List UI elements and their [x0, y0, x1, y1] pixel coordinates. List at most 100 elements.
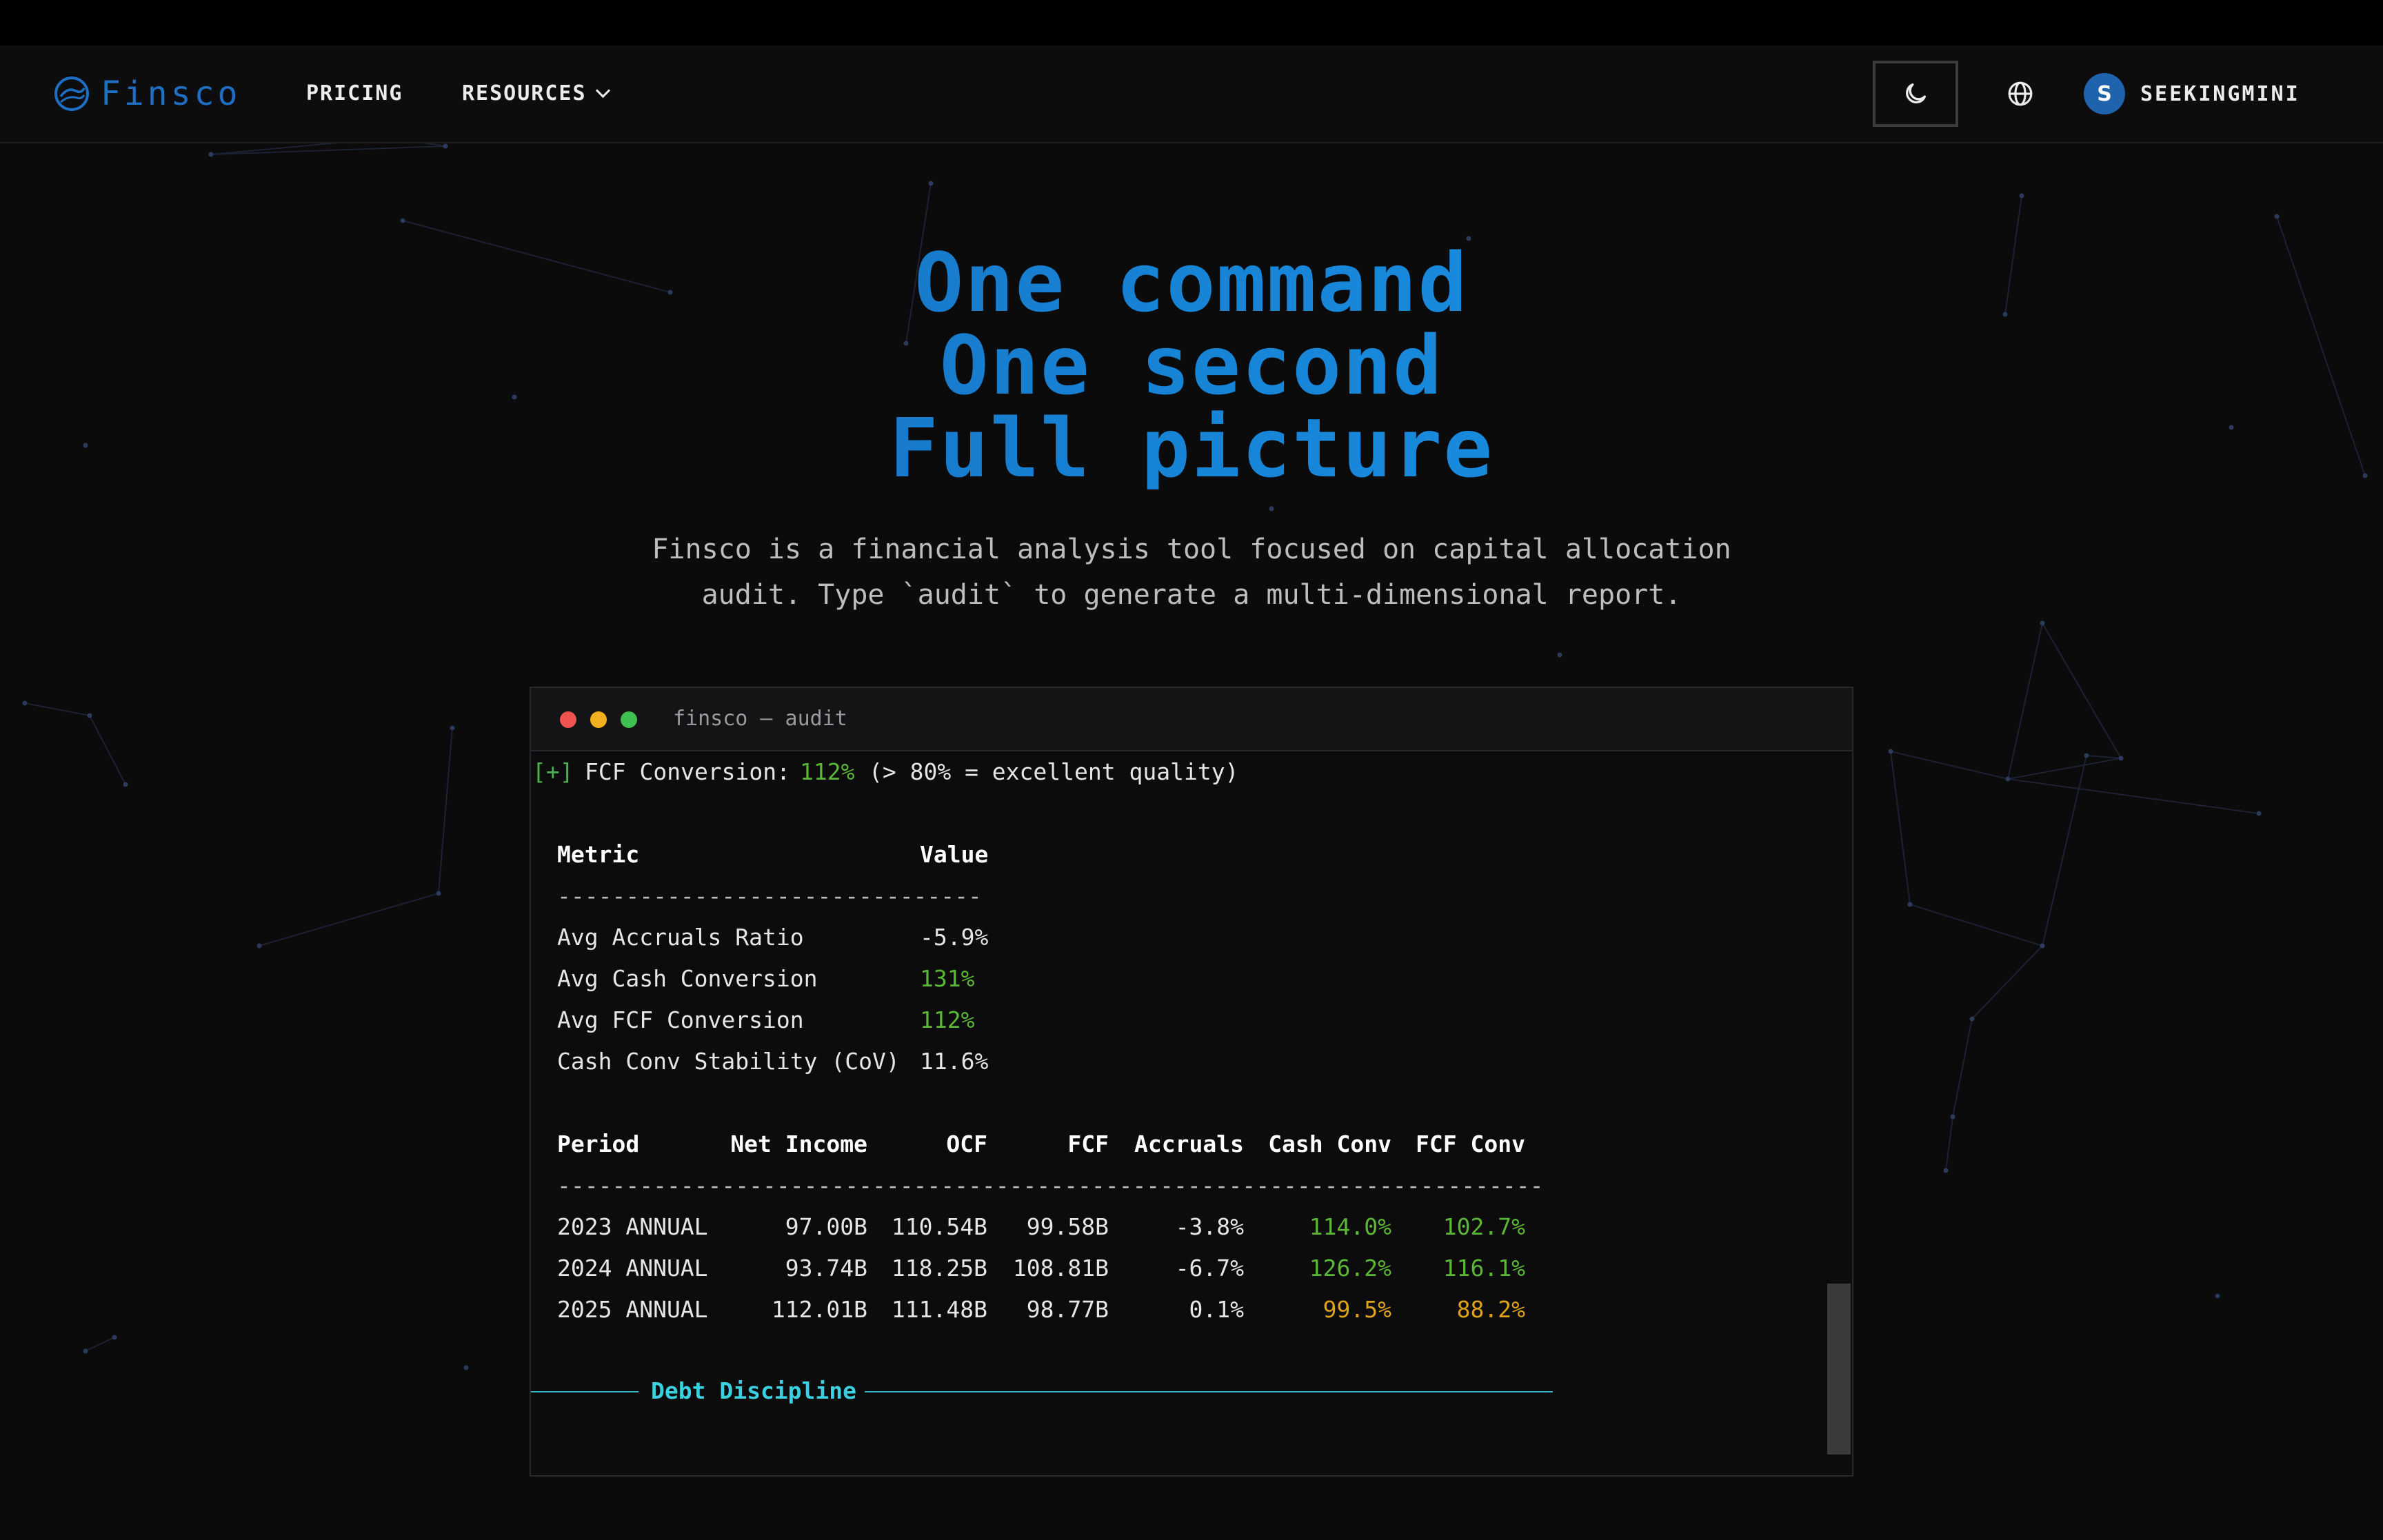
network-edge — [85, 1337, 115, 1352]
terminal-title-bar: finsco — audit — [531, 688, 1852, 751]
accruals-cell: -6.7% — [1175, 1255, 1244, 1281]
period-cell: 2024 ANNUAL — [557, 1255, 708, 1281]
periods-separator: ----------------------------------------… — [557, 1172, 1544, 1199]
period-cell: 2025 ANNUAL — [557, 1296, 708, 1323]
net-income-cell: 112.01B — [771, 1296, 867, 1323]
network-node — [2274, 214, 2280, 219]
metric-name: Cash Conv Stability (CoV) — [557, 1048, 900, 1075]
fcf-cell: 99.58B — [1026, 1213, 1109, 1240]
section-rule-right — [865, 1391, 1553, 1392]
metrics-header-value: Value — [920, 841, 989, 868]
network-node — [1950, 1114, 1955, 1119]
network-node — [2256, 811, 2262, 816]
network-edge — [438, 727, 453, 894]
network-edge — [1952, 1018, 1973, 1117]
network-node — [436, 891, 441, 896]
net-income-cell: 93.74B — [785, 1255, 867, 1281]
metric-name: Avg Accruals Ratio — [557, 924, 804, 951]
network-edge — [2007, 778, 2260, 814]
network-node — [1907, 902, 1913, 907]
theme-toggle-button[interactable] — [1873, 61, 1958, 127]
network-node — [2215, 1293, 2220, 1299]
accruals-cell: 0.1% — [1189, 1296, 1244, 1323]
hero-line-3: Full picture — [0, 407, 2383, 489]
fcf-cell: 108.81B — [1012, 1255, 1109, 1281]
metric-name: Avg FCF Conversion — [557, 1006, 804, 1033]
period-header-accruals: Accruals — [1134, 1131, 1244, 1157]
network-edge — [1890, 751, 1911, 905]
network-node — [928, 181, 934, 186]
network-edge — [1890, 751, 2009, 780]
hero-line-2: One second — [0, 324, 2383, 407]
cash-conv-cell: 114.0% — [1309, 1213, 1391, 1240]
network-edge — [210, 145, 446, 155]
period-header-ocf: OCF — [946, 1131, 987, 1157]
network-node — [443, 143, 448, 149]
logo[interactable]: Finsco — [52, 73, 241, 114]
network-edge — [24, 702, 90, 716]
nav-pricing-link[interactable]: PRICING — [306, 45, 403, 142]
fcf-label: FCF Conversion: — [585, 758, 791, 785]
network-node — [400, 218, 405, 223]
moon-icon — [1906, 83, 1926, 103]
ocf-cell: 118.25B — [891, 1255, 987, 1281]
network-node — [87, 713, 92, 718]
network-node — [2019, 193, 2024, 199]
network-node — [2118, 756, 2124, 761]
avatar: S — [2084, 73, 2125, 114]
section-heading: Debt Discipline — [651, 1377, 857, 1404]
status-marker: [+] — [532, 758, 574, 785]
metric-value: -5.9% — [920, 924, 989, 951]
metric-value: 112% — [920, 1006, 975, 1033]
maximize-dot-icon[interactable] — [621, 711, 637, 728]
nav-resources-dropdown[interactable]: RESOURCES — [462, 45, 610, 142]
network-node — [1557, 652, 1562, 658]
user-menu[interactable]: S SEEKINGMINI — [2084, 70, 2300, 117]
network-node — [208, 152, 214, 157]
hero-subtitle: Finsco is a financial analysis tool focu… — [502, 527, 1881, 618]
logo-icon — [54, 77, 89, 111]
section-rule-left — [531, 1391, 639, 1392]
network-node — [112, 1335, 117, 1340]
network-node — [1888, 749, 1893, 754]
period-header-period: Period — [557, 1131, 640, 1157]
network-node — [2040, 620, 2045, 626]
fcf-conv-cell: 88.2% — [1456, 1296, 1525, 1323]
hero-heading: One command One second Full picture — [0, 241, 2383, 489]
period-header-fcf: FCF — [1067, 1131, 1109, 1157]
globe-icon — [2008, 81, 2033, 106]
period-header-fcf-conv: FCF Conv — [1416, 1131, 1525, 1157]
fcf-conv-cell: 102.7% — [1442, 1213, 1525, 1240]
network-edge — [2007, 622, 2043, 780]
metric-value: 131% — [920, 965, 975, 992]
cash-conv-cell: 99.5% — [1323, 1296, 1391, 1323]
metrics-header-metric: Metric — [557, 841, 640, 868]
network-edge — [1909, 904, 2043, 946]
close-dot-icon[interactable] — [560, 711, 576, 728]
network-edge — [1971, 945, 2043, 1020]
network-node — [450, 725, 455, 731]
period-cell: 2023 ANNUAL — [557, 1213, 708, 1240]
accruals-cell: -3.8% — [1175, 1213, 1244, 1240]
language-button[interactable] — [1986, 61, 2055, 127]
terminal-title: finsco — audit — [673, 707, 847, 731]
ocf-cell: 111.48B — [891, 1296, 987, 1323]
cash-conv-cell: 126.2% — [1309, 1255, 1391, 1281]
username: SEEKINGMINI — [2140, 81, 2300, 106]
metric-value: 11.6% — [920, 1048, 989, 1075]
network-node — [1943, 1168, 1949, 1173]
network-edge — [89, 715, 126, 785]
minimize-dot-icon[interactable] — [590, 711, 607, 728]
fcf-conv-cell: 116.1% — [1442, 1255, 1525, 1281]
network-node — [2040, 943, 2045, 949]
nav-resources-label: RESOURCES — [462, 81, 587, 105]
navbar: Finsco PRICING RESOURCES S SEEKINGMINI — [0, 45, 2383, 143]
terminal-window: finsco — audit — [530, 687, 1853, 1477]
fcf-value: 112% — [800, 758, 855, 785]
chevron-down-icon — [595, 83, 610, 99]
terminal-scrollbar[interactable] — [1827, 1284, 1851, 1455]
network-edge — [2007, 758, 2122, 780]
network-node — [123, 782, 128, 787]
subtitle-line-2: audit. Type `audit` to generate a multi-… — [701, 579, 1682, 611]
fcf-note: (> 80% = excellent quality) — [869, 758, 1239, 785]
